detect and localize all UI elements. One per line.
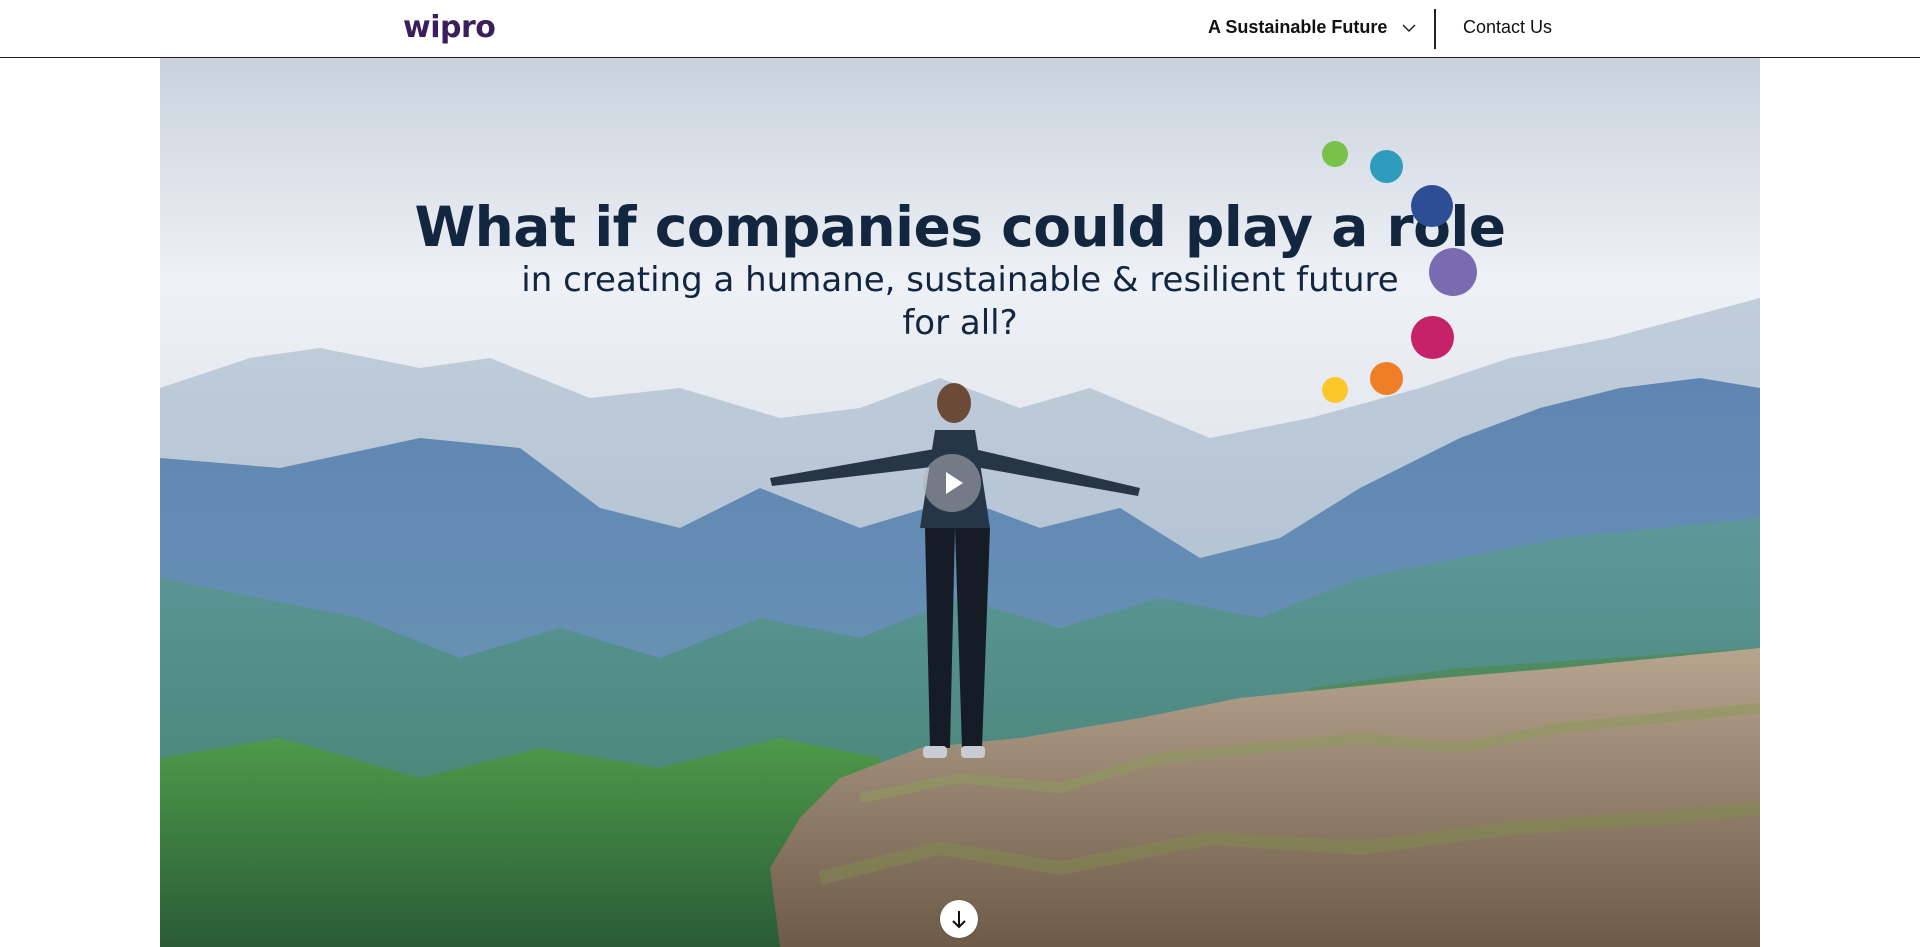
chevron-down-icon [1402,23,1416,32]
site-header: wipro A Sustainable Future Contact Us [0,0,1920,58]
hero-headline: What if companies could play a role [414,195,1506,259]
hero-subline-2: for all? [902,303,1018,343]
hero-subline-1: in creating a humane, sustainable & resi… [521,260,1399,300]
brand-dot-blue [1411,185,1453,227]
wipro-logo[interactable]: wipro [403,10,496,45]
play-icon [946,472,963,494]
hero-section: What if companies could play a role in c… [160,58,1760,947]
brand-dot-yellow [1322,377,1348,403]
brand-dot-teal [1370,150,1403,183]
brand-dot-purple [1429,248,1477,296]
brand-dot-orange [1370,362,1403,395]
dropdown-label: A Sustainable Future [1208,17,1388,37]
contact-us-link[interactable]: Contact Us [1463,17,1552,38]
hero-headline-block: What if companies could play a role in c… [160,196,1760,344]
scroll-down-button[interactable] [940,900,978,938]
play-video-button[interactable] [923,454,981,512]
brand-dot-magenta [1411,316,1454,359]
brand-dot-green [1322,141,1348,167]
sustainable-future-dropdown[interactable]: A Sustainable Future [1208,17,1417,38]
arrow-down-icon [952,911,966,929]
nav-divider [1434,9,1436,49]
